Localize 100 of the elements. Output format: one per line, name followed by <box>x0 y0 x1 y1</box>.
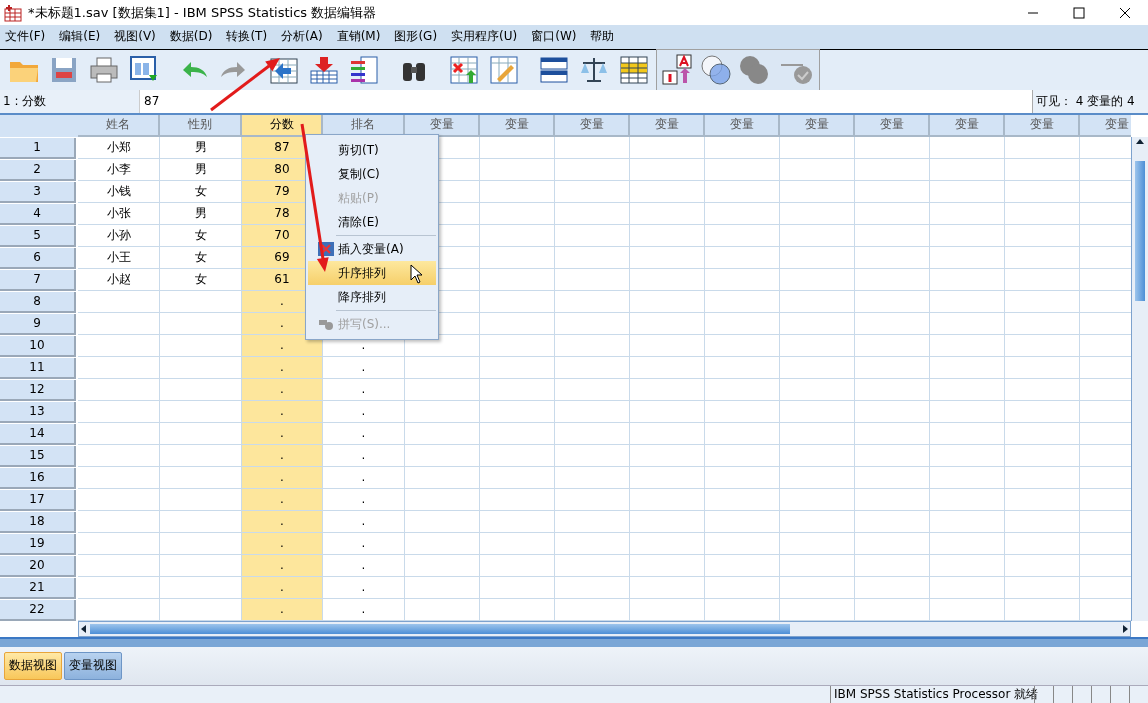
scroll-left-icon[interactable] <box>79 624 89 634</box>
table-cell: 小孙 <box>78 225 160 247</box>
table-cell: . <box>242 555 323 577</box>
column-header[interactable]: 姓名 <box>78 115 160 137</box>
table-cell: . <box>323 511 405 533</box>
scroll-right-icon[interactable] <box>1120 624 1130 634</box>
table-cell: . <box>242 423 323 445</box>
app-icon <box>4 3 22 22</box>
table-cell: . <box>242 357 323 379</box>
table-cell: 女 <box>160 247 242 269</box>
column-header[interactable]: 变量 <box>555 115 630 137</box>
menu-item[interactable]: 编辑(E) <box>54 28 110 46</box>
row-header[interactable]: 13 <box>0 402 76 423</box>
menu-item[interactable]: 转换(T) <box>221 28 277 46</box>
row-header[interactable]: 6 <box>0 248 76 269</box>
row-header[interactable]: 20 <box>0 556 76 577</box>
table-cell: 小赵 <box>78 269 160 291</box>
table-cell: . <box>323 379 405 401</box>
menu-item[interactable]: 视图(V) <box>109 28 165 46</box>
row-header[interactable]: 1 <box>0 138 76 159</box>
table-cell: . <box>242 467 323 489</box>
table-cell: . <box>323 489 405 511</box>
table-cell: . <box>323 577 405 599</box>
menu-item[interactable]: 直销(M) <box>331 28 390 46</box>
column-header[interactable]: 变量 <box>630 115 705 137</box>
row-header[interactable]: 16 <box>0 468 76 489</box>
table-cell: . <box>242 533 323 555</box>
column-header[interactable]: 变量 <box>780 115 855 137</box>
table-cell: 女 <box>160 269 242 291</box>
table-cell: . <box>242 445 323 467</box>
close-icon <box>1119 6 1131 19</box>
table-cell: 小王 <box>78 247 160 269</box>
row-header[interactable]: 21 <box>0 578 76 599</box>
vertical-scrollbar[interactable] <box>1131 137 1148 621</box>
table-cell: . <box>242 577 323 599</box>
table-cell: . <box>242 401 323 423</box>
row-header[interactable]: 15 <box>0 446 76 467</box>
cell-value-field[interactable]: 87 <box>140 89 1032 113</box>
row-header[interactable]: 22 <box>0 600 76 621</box>
table-cell: 男 <box>160 159 242 181</box>
table-cell: . <box>323 555 405 577</box>
mouse-cursor-icon <box>410 264 424 284</box>
table-cell: 小钱 <box>78 181 160 203</box>
menu-item[interactable]: 帮助 <box>585 28 624 46</box>
table-cell: . <box>323 401 405 423</box>
table-cell: . <box>242 379 323 401</box>
view-tab[interactable]: 数据视图 <box>4 651 62 680</box>
table-cell: . <box>323 357 405 379</box>
column-header[interactable]: 变量 <box>855 115 930 137</box>
column-header[interactable]: 变量 <box>705 115 780 137</box>
menu-item[interactable]: 文件(F) <box>0 28 55 46</box>
scroll-up-icon[interactable] <box>1135 137 1145 147</box>
table-cell: . <box>242 599 323 621</box>
cell-name: 1 : 分数 <box>0 89 140 113</box>
menu-item[interactable]: 图形(G) <box>389 28 447 46</box>
row-header[interactable]: 12 <box>0 380 76 401</box>
column-header[interactable]: 变量 <box>1005 115 1080 137</box>
row-header[interactable]: 17 <box>0 490 76 511</box>
menu-option[interactable]: 升序排列 <box>308 261 436 285</box>
row-header[interactable]: 14 <box>0 424 76 445</box>
table-cell: . <box>242 489 323 511</box>
menu-item[interactable]: 数据(D) <box>164 28 222 46</box>
row-header[interactable]: 7 <box>0 270 76 291</box>
row-header[interactable]: 9 <box>0 314 76 335</box>
row-header[interactable]: 8 <box>0 292 76 313</box>
column-header[interactable]: 性别 <box>160 115 242 137</box>
row-header[interactable]: 18 <box>0 512 76 533</box>
maximize-icon <box>1073 6 1085 19</box>
table-cell: 小张 <box>78 203 160 225</box>
table-cell: . <box>323 599 405 621</box>
menu-item[interactable]: 窗口(W) <box>526 28 586 46</box>
table-cell: . <box>323 533 405 555</box>
table-cell: 小李 <box>78 159 160 181</box>
table-cell: . <box>323 445 405 467</box>
table-cell: . <box>323 423 405 445</box>
table-cell: 女 <box>160 181 242 203</box>
menu-item[interactable]: 实用程序(U) <box>446 28 527 46</box>
table-cell: . <box>323 467 405 489</box>
scroll-thumb[interactable] <box>1135 161 1145 301</box>
row-header[interactable]: 19 <box>0 534 76 555</box>
table-cell: 女 <box>160 225 242 247</box>
table-cell: . <box>242 511 323 533</box>
row-header[interactable]: 5 <box>0 226 76 247</box>
window-title: *未标题1.sav [数据集1] - IBM SPSS Statistics 数据编辑器 <box>28 3 378 22</box>
row-header[interactable]: 2 <box>0 160 76 181</box>
row-header[interactable]: 10 <box>0 336 76 357</box>
menu-item[interactable]: 分析(A) <box>276 28 332 46</box>
column-header[interactable]: 变量 <box>480 115 555 137</box>
table-cell: 男 <box>160 137 242 159</box>
table-cell: 男 <box>160 203 242 225</box>
row-header[interactable]: 3 <box>0 182 76 203</box>
row-header[interactable]: 11 <box>0 358 76 379</box>
view-tab[interactable]: 变量视图 <box>64 651 122 680</box>
row-header[interactable]: 4 <box>0 204 76 225</box>
column-header[interactable]: 变量 <box>930 115 1005 137</box>
column-header[interactable]: 变量 <box>1080 115 1131 137</box>
visible-count: 可见： 4 变量的 4 <box>1032 89 1148 113</box>
scroll-thumb[interactable] <box>90 624 790 634</box>
table-cell: 小郑 <box>78 137 160 159</box>
stamp-icon <box>318 317 334 331</box>
